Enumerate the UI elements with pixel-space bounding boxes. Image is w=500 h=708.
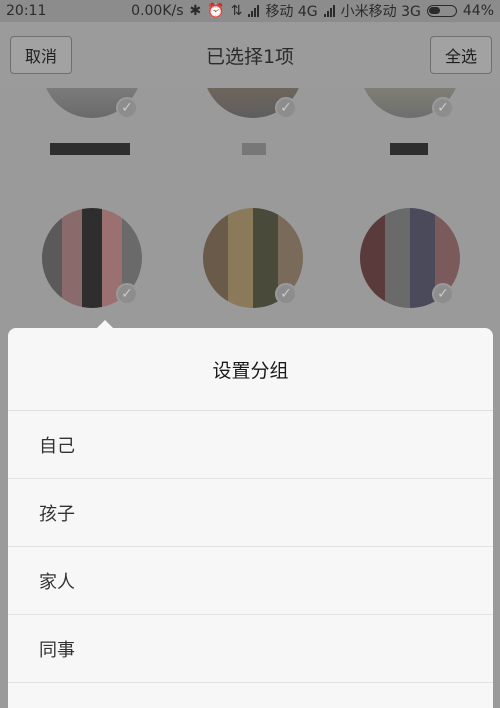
alarm-icon: ⏰ [207,3,225,19]
battery-icon [426,5,457,17]
group-option[interactable]: 自己 [8,411,493,479]
group-option[interactable]: 家人 [8,547,493,615]
check-icon[interactable]: ✓ [116,97,138,119]
bluetooth-icon: ✱ [189,3,202,19]
check-icon[interactable]: ✓ [116,283,138,305]
check-icon[interactable]: ✓ [275,97,297,119]
signal-icon-2 [323,5,335,17]
select-all-button[interactable]: 全选 [429,36,492,74]
group-option[interactable]: 同事 [8,615,493,683]
carrier-1: 移动 4G [265,4,318,20]
cancel-button[interactable]: 取消 [10,36,73,74]
check-icon[interactable]: ✓ [432,283,454,305]
sheet-title: 设置分组 [8,328,493,411]
action-bar: 取消 已选择1项 全选 [0,22,500,88]
group-option[interactable]: 孩子 [8,479,493,547]
data-icon: ⇅ [230,3,243,19]
group-sheet: 设置分组 自己 孩子 家人 同事 [8,328,493,708]
contact-grid: ✓ ✓ ✓ ✓ ✓ ✓ [0,88,500,328]
check-icon[interactable]: ✓ [432,97,454,119]
contact-name-masked [242,143,266,155]
signal-icon [248,5,260,17]
status-time: 20:11 [6,3,47,19]
contact-name-masked [390,143,428,155]
carrier-2: 小米移动 3G [340,4,421,20]
status-bar: 20:11 0.00K/s ✱ ⏰ ⇅ 移动 4G 小米移动 3G 44% [0,0,500,22]
contact-name-masked [50,143,130,155]
page-title: 已选择1项 [205,45,295,68]
battery-level: 44% [462,3,494,19]
network-speed: 0.00K/s [131,3,184,19]
check-icon[interactable]: ✓ [275,283,297,305]
